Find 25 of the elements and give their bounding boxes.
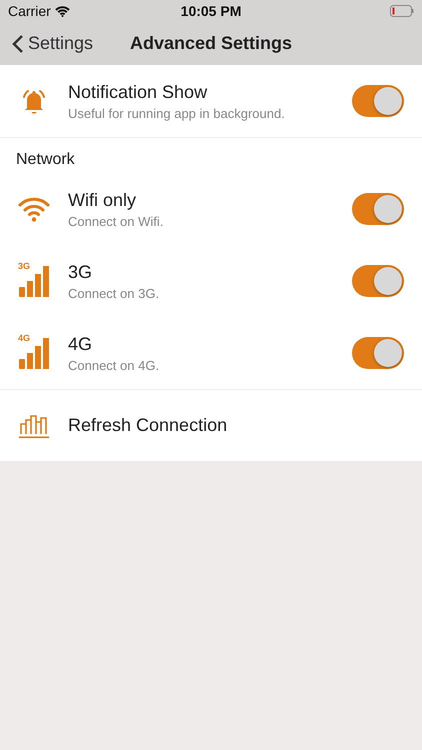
network-type-label: 3G [18,262,30,271]
network-type-label: 4G [18,334,30,343]
refresh-connection-row[interactable]: Refresh Connection [0,389,422,461]
setting-title: Notification Show [68,82,208,102]
setting-title: Wifi only [68,190,138,210]
toggle-switch[interactable] [352,193,404,225]
wifi-icon [18,196,50,222]
battery-icon [390,5,414,17]
carrier-label: Carrier [8,3,51,19]
setting-title: Refresh Connection [68,415,228,436]
chevron-left-icon [12,34,24,54]
toggle-switch[interactable] [352,85,404,117]
setting-description: Connect on 4G. [68,358,160,372]
toggle-switch[interactable] [352,265,404,297]
clock-time: 10:05 PM [180,3,242,19]
setting-description: Useful for running app in background. [68,106,286,120]
screen-title: Advanced Settings [130,33,292,54]
setting-description: Connect on 3G. [68,286,160,300]
setting-title: 4G [68,334,94,354]
section-header: Network [15,150,76,170]
setting-description: Connect on Wifi. [68,214,164,228]
back-button[interactable]: Settings [0,33,94,54]
setting-title: 3G [68,262,94,282]
wifi-signal-icon [54,6,70,16]
toggle-switch[interactable] [352,337,404,369]
